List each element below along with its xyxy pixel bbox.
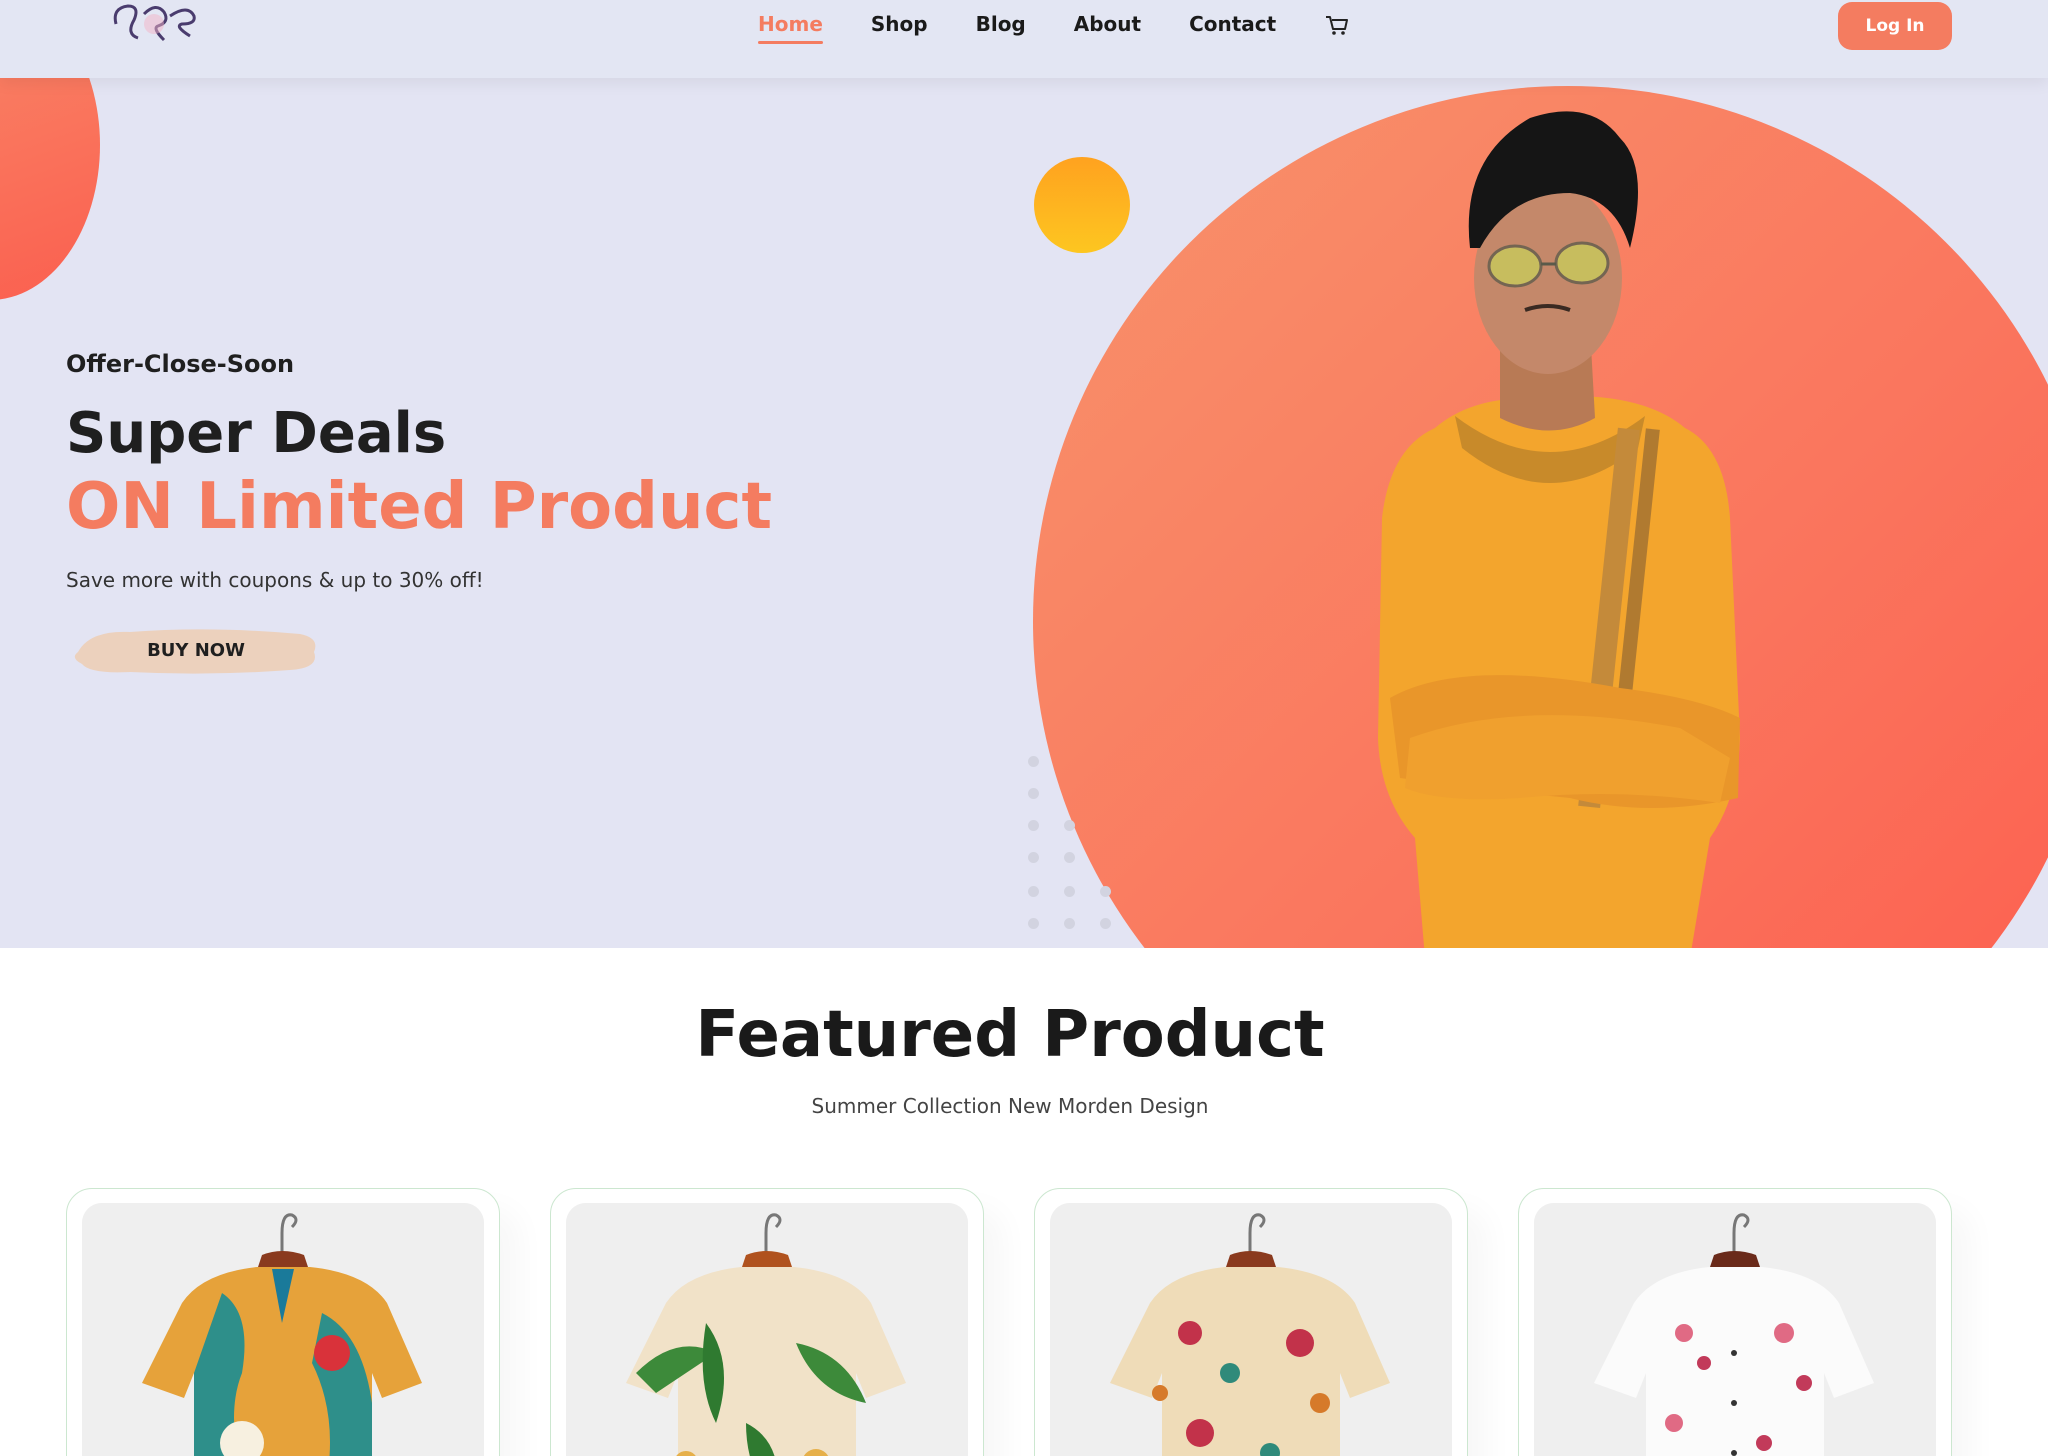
featured-subtitle: Summer Collection New Morden Design [811, 1094, 1209, 1118]
nav-about[interactable]: About [1074, 12, 1141, 44]
top-navigation: Home Shop Blog About Contact Log In [0, 0, 2048, 78]
hero-section: Offer-Close-Soon Super Deals ON Limited … [0, 0, 2048, 948]
nav-contact[interactable]: Contact [1189, 12, 1276, 44]
hero-title-accent: ON Limited Product [66, 470, 773, 544]
product-card[interactable] [550, 1188, 984, 1456]
page: Offer-Close-Soon Super Deals ON Limited … [0, 0, 2048, 1456]
product-card[interactable] [66, 1188, 500, 1456]
nav-blog[interactable]: Blog [976, 12, 1026, 44]
model-image [1378, 111, 1740, 948]
nav-links: Home Shop Blog About Contact [758, 12, 1350, 44]
login-button[interactable]: Log In [1838, 2, 1952, 50]
nav-shop[interactable]: Shop [871, 12, 928, 44]
nav-home[interactable]: Home [758, 12, 823, 44]
product-image-leaf [566, 1203, 968, 1456]
decorative-yellow-dot [1034, 157, 1130, 253]
product-image-floral [1050, 1203, 1452, 1456]
offer-eyebrow: Offer-Close-Soon [66, 350, 295, 378]
hero-title: Super Deals [66, 401, 447, 466]
cart-icon[interactable] [1324, 12, 1350, 38]
logo [113, 4, 196, 42]
hero-subtitle: Save more with coupons & up to 30% off! [66, 568, 484, 592]
product-card[interactable] [1518, 1188, 1952, 1456]
product-image-blossom [1534, 1203, 1936, 1456]
product-image-tropical [82, 1203, 484, 1456]
product-card[interactable] [1034, 1188, 1468, 1456]
buy-now-button[interactable]: BUY NOW [70, 622, 322, 678]
featured-title: Featured Product [695, 998, 1325, 1072]
